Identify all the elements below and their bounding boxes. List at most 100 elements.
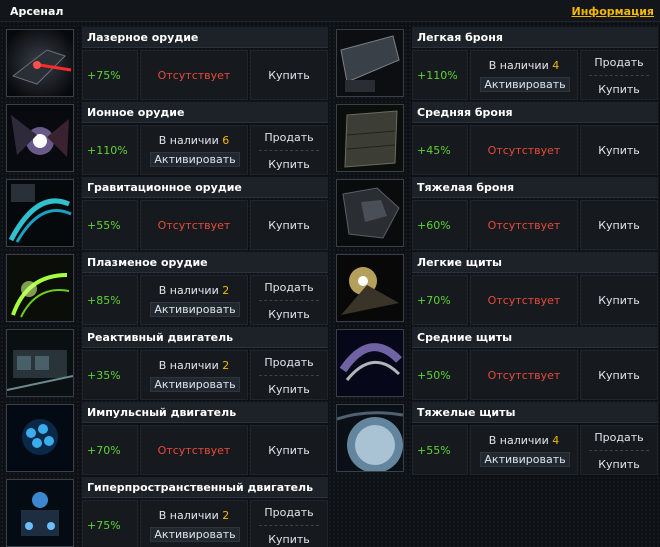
buy-button[interactable]: Купить [251, 308, 327, 321]
medium-shields-icon[interactable] [336, 329, 404, 397]
item-name-bar: Тяжелые щиты [412, 402, 658, 423]
buy-button[interactable]: Купить [581, 458, 657, 471]
item-cells: +85% В наличии 2 Активировать Продать Ку… [82, 275, 328, 325]
absent-status: Отсутствует [487, 369, 561, 382]
page-title: Арсенал [10, 5, 64, 18]
bonus-percent: +110% [417, 69, 458, 82]
item-name: Легкие щиты [417, 256, 502, 269]
bonus-cell: +85% [82, 275, 138, 325]
stock-count: 2 [222, 509, 230, 522]
buy-button[interactable]: Купить [251, 444, 327, 457]
stock-cell: В наличии 4 Активировать [470, 425, 578, 475]
item-name-bar: Лазерное орудие [82, 27, 328, 48]
bonus-percent: +85% [87, 294, 121, 307]
stock-cell: Отсутствует [140, 200, 248, 250]
hyperspace-engine-icon[interactable] [6, 479, 74, 547]
stock-cell: Отсутствует [470, 125, 578, 175]
stock-count: 6 [222, 134, 230, 147]
item-name: Средняя броня [417, 106, 513, 119]
equipment-item: Тяжелые щиты +55% В наличии 4 Активирова… [332, 402, 660, 477]
equipment-item: Легкая броня +110% В наличии 4 Активиров… [332, 27, 660, 102]
item-cells: +110% В наличии 6 Активировать Продать К… [82, 125, 328, 175]
stock-cell: Отсутствует [140, 50, 248, 100]
item-name-bar: Легкие щиты [412, 252, 658, 273]
gravity-cannon-icon[interactable] [6, 179, 74, 247]
plasma-cannon-icon[interactable] [6, 254, 74, 322]
equipment-item: Тяжелая броня +60% Отсутствует Купить [332, 177, 660, 252]
activate-button[interactable]: Активировать [150, 377, 240, 392]
heavy-armor-icon[interactable] [336, 179, 404, 247]
sell-button[interactable]: Продать [251, 356, 327, 369]
sell-button[interactable]: Продать [251, 281, 327, 294]
stock-info: В наличии 4 [488, 434, 560, 447]
item-cells: +70% Отсутствует Купить [412, 275, 658, 325]
heavy-shields-icon[interactable] [336, 404, 404, 472]
item-name-bar: Плазменое орудие [82, 252, 328, 273]
buy-button[interactable]: Купить [251, 158, 327, 171]
item-name-bar: Легкая броня [412, 27, 658, 48]
light-shields-icon[interactable] [336, 254, 404, 322]
activate-button[interactable]: Активировать [480, 77, 570, 92]
absent-status: Отсутствует [157, 444, 231, 457]
activate-button[interactable]: Активировать [480, 452, 570, 467]
sell-button[interactable]: Продать [581, 431, 657, 444]
divider [259, 150, 319, 151]
buy-button[interactable]: Купить [251, 69, 327, 82]
actions-cell: Продать Купить [250, 125, 328, 175]
stock-cell: В наличии 2 Активировать [140, 500, 248, 547]
item-name-bar: Ионное орудие [82, 102, 328, 123]
buy-button[interactable]: Купить [581, 219, 657, 232]
ion-cannon-icon[interactable] [6, 104, 74, 172]
item-cells: +75% Отсутствует Купить [82, 50, 328, 100]
bonus-cell: +70% [412, 275, 468, 325]
activate-button[interactable]: Активировать [150, 152, 240, 167]
impulse-engine-icon[interactable] [6, 404, 74, 472]
buy-button[interactable]: Купить [581, 83, 657, 96]
stock-cell: Отсутствует [140, 425, 248, 475]
sell-button[interactable]: Продать [251, 506, 327, 519]
actions-cell: Купить [250, 50, 328, 100]
actions-cell: Продать Купить [250, 275, 328, 325]
actions-cell: Купить [580, 200, 658, 250]
item-name-bar: Тяжелая броня [412, 177, 658, 198]
item-name-bar: Импульсный двигатель [82, 402, 328, 423]
item-name-bar: Реактивный двигатель [82, 327, 328, 348]
laser-cannon-icon[interactable] [6, 29, 74, 97]
item-name-bar: Средние щиты [412, 327, 658, 348]
activate-button[interactable]: Активировать [150, 302, 240, 317]
buy-button[interactable]: Купить [581, 144, 657, 157]
bonus-cell: +50% [412, 350, 468, 400]
buy-button[interactable]: Купить [251, 219, 327, 232]
equipment-item: Ионное орудие +110% В наличии 6 Активиро… [2, 102, 330, 177]
divider [589, 75, 649, 76]
sell-button[interactable]: Продать [251, 131, 327, 144]
equipment-item: Средние щиты +50% Отсутствует Купить [332, 327, 660, 402]
actions-cell: Продать Купить [250, 350, 328, 400]
buy-button[interactable]: Купить [251, 533, 327, 546]
actions-cell: Купить [250, 425, 328, 475]
actions-cell: Продать Купить [250, 500, 328, 547]
info-link[interactable]: Информация [572, 5, 655, 18]
buy-button[interactable]: Купить [581, 369, 657, 382]
jet-engine-icon[interactable] [6, 329, 74, 397]
bonus-percent: +75% [87, 69, 121, 82]
light-armor-icon[interactable] [336, 29, 404, 97]
header: Арсенал Информация [0, 0, 660, 22]
left-column: Лазерное орудие +75% Отсутствует Купить … [2, 27, 330, 547]
right-column: Легкая броня +110% В наличии 4 Активиров… [332, 27, 660, 477]
stock-count: 2 [222, 284, 230, 297]
item-name: Реактивный двигатель [87, 331, 234, 344]
stock-cell: Отсутствует [470, 200, 578, 250]
buy-button[interactable]: Купить [581, 294, 657, 307]
bonus-percent: +60% [417, 219, 451, 232]
activate-button[interactable]: Активировать [150, 527, 240, 542]
buy-button[interactable]: Купить [251, 383, 327, 396]
stock-cell: В наличии 2 Активировать [140, 350, 248, 400]
actions-cell: Купить [250, 200, 328, 250]
medium-armor-icon[interactable] [336, 104, 404, 172]
sell-button[interactable]: Продать [581, 56, 657, 69]
stock-info: В наличии 2 [158, 284, 230, 297]
stock-count: 2 [222, 359, 230, 372]
item-cells: +55% В наличии 4 Активировать Продать Ку… [412, 425, 658, 475]
actions-cell: Купить [580, 125, 658, 175]
